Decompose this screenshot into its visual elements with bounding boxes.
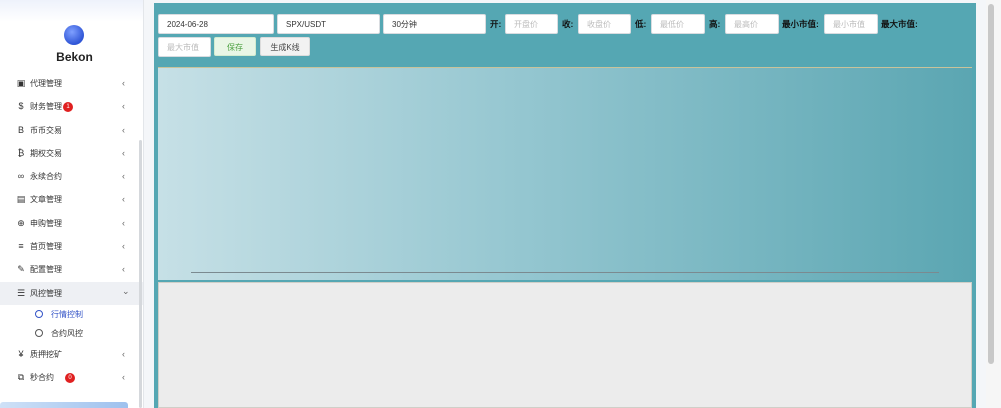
sidebar-item-config[interactable]: ✎ 配置管理 ‹ (0, 258, 143, 281)
high-label: 高: (709, 19, 721, 29)
newspaper-icon: ▤ (16, 194, 26, 205)
sidebar-item-label: 首页管理 (30, 242, 62, 252)
kline-toolbar: 开: 收: 低: 高: 最小市值: 最大市值: 保存 生成K线 (154, 3, 976, 65)
submenu-item-contract-risk[interactable]: 合约风控 (0, 324, 143, 343)
generate-kline-button[interactable]: 生成K线 (260, 37, 310, 56)
sidebar-item-label: 代理管理 (30, 79, 62, 88)
sidebar-item-label: 质押挖矿 (30, 349, 62, 359)
notification-badge: 1 (63, 102, 73, 113)
symbol-select[interactable] (277, 14, 380, 34)
chevron-left-icon: ‹ (122, 101, 125, 112)
open-label: 开: (490, 19, 502, 29)
chart-baseline (191, 272, 939, 273)
open-price-input[interactable] (505, 14, 558, 34)
copy-icon: ⧉ (17, 372, 25, 383)
save-button[interactable]: 保存 (214, 37, 256, 56)
max-cap-input[interactable] (158, 37, 211, 57)
notification-badge: 0 (65, 372, 75, 383)
sidebar-item-perpetual-contract[interactable]: ∞ 永续合约 ‹ (0, 165, 143, 188)
high-price-input[interactable] (725, 14, 779, 34)
sidebar-item-label: 财务管理 1 (30, 95, 73, 118)
tasks-icon: ☰ (16, 287, 26, 298)
min-cap-input[interactable] (824, 14, 878, 34)
sidebar-item-label: 秒合约 (30, 373, 54, 383)
main-content: 开: 收: 低: 高: 最小市值: 最大市值: 保存 生成K线 (154, 3, 976, 408)
sidebar-item-homepage[interactable]: ≡ 首页管理 ‹ (0, 235, 143, 258)
wrench-icon: ✎ (17, 264, 25, 275)
list-icon: ≡ (18, 241, 24, 252)
close-price-input[interactable] (578, 14, 631, 34)
sidebar-item-risk-control[interactable]: ☰ 风控管理 ⌄ (0, 281, 143, 305)
sidebar-item-staking-mining[interactable]: ¥ 质押挖矿 ‹ (0, 343, 143, 366)
chevron-left-icon: ‹ (122, 241, 125, 252)
low-label: 低: (635, 19, 647, 29)
sidebar-item-label: 风控管理 (30, 288, 62, 298)
sidebar-menu: ▣ 代理管理 ‹ $ 财务管理 1 ‹ B 币币交易 ‹ ₿ 期权交易 ‹ ∞ 永… (0, 72, 143, 390)
close-label: 收: (562, 19, 574, 29)
sidebar-item-label: 永续合约 (30, 172, 62, 182)
min-cap-label: 最小市值: (782, 19, 819, 29)
lifebuoy-icon: ⊕ (17, 217, 25, 228)
chevron-left-icon: ‹ (122, 194, 125, 205)
chevron-down-icon: ⌄ (122, 285, 130, 296)
dollar-icon: $ (18, 101, 24, 112)
sidebar-item-label: 币币交易 (30, 125, 62, 135)
max-cap-label: 最大市值: (881, 19, 918, 29)
link-icon: ∞ (17, 171, 25, 182)
chevron-left-icon: ‹ (122, 348, 125, 359)
sidebar-item-options-trading[interactable]: ₿ 期权交易 ‹ (0, 142, 143, 165)
sidebar-header-decoration (0, 0, 143, 22)
bitcoin-small-icon: ₿ (17, 147, 25, 158)
submenu-item-label: 行情控制 (51, 309, 83, 319)
circle-icon (35, 310, 43, 319)
sidebar-item-label: 配置管理 (30, 265, 62, 275)
sidebar-scrollbar[interactable] (139, 140, 142, 408)
sidebar-item-spot-trading[interactable]: B 币币交易 ‹ (0, 119, 143, 142)
sidebar-item-label: 申购管理 (30, 218, 62, 228)
sidebar-item-label: 期权交易 (30, 148, 62, 158)
chevron-left-icon: ‹ (122, 124, 125, 135)
submenu-item-market-control[interactable]: 行情控制 (0, 305, 143, 324)
chevron-left-icon: ‹ (122, 264, 125, 275)
low-price-input[interactable] (651, 14, 705, 34)
date-input[interactable] (158, 14, 274, 34)
interval-select[interactable] (383, 14, 486, 34)
sidebar-item-agent[interactable]: ▣ 代理管理 ‹ (0, 72, 143, 95)
chevron-left-icon: ‹ (122, 372, 125, 383)
chevron-left-icon: ‹ (122, 147, 125, 158)
circle-icon (35, 329, 43, 338)
chevron-left-icon: ‹ (122, 78, 125, 88)
sidebar-item-label: 文章管理 (30, 195, 62, 205)
sidebar-item-second-contract[interactable]: ⧉ 秒合约 0 ‹ (0, 366, 143, 389)
lower-panel (158, 282, 972, 408)
kline-chart-area[interactable] (158, 67, 972, 280)
sidebar-bottom-decoration (0, 402, 128, 408)
submenu-item-label: 合约风控 (51, 328, 83, 338)
sidebar-item-subscription[interactable]: ⊕ 申购管理 ‹ (0, 212, 143, 235)
brand-name: Bekon (56, 50, 93, 64)
page-scrollbar-thumb[interactable] (988, 4, 994, 364)
chevron-left-icon: ‹ (122, 171, 125, 182)
bitcoin-icon: B (17, 124, 24, 135)
chevron-left-icon: ‹ (122, 217, 125, 228)
yen-icon: ¥ (18, 348, 24, 359)
id-card-icon: ▣ (16, 78, 26, 88)
sidebar-item-articles[interactable]: ▤ 文章管理 ‹ (0, 188, 143, 211)
logo-icon (64, 25, 84, 45)
sidebar-item-finance[interactable]: $ 财务管理 1 ‹ (0, 95, 143, 118)
sidebar-item-text: 财务管理 (30, 102, 62, 112)
sidebar: Bekon ▣ 代理管理 ‹ $ 财务管理 1 ‹ B 币币交易 ‹ ₿ 期权交易… (0, 0, 144, 408)
